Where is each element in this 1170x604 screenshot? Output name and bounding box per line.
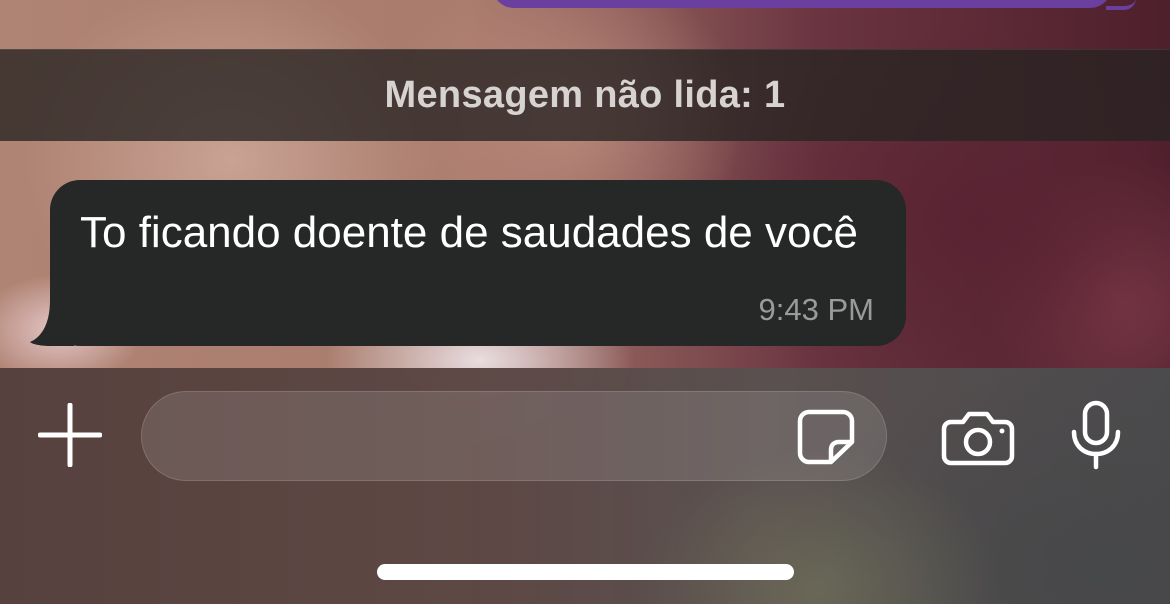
sticker-icon[interactable] (795, 408, 857, 466)
camera-icon[interactable] (941, 410, 1015, 466)
incoming-message-text: To ficando doente de saudades de você (80, 208, 858, 257)
unread-messages-banner: Mensagem não lida: 1 (0, 49, 1170, 141)
message-timestamp: 9:43 PM (758, 292, 874, 327)
message-input[interactable] (141, 391, 887, 481)
incoming-message-bubble[interactable]: To ficando doente de saudades de você 9:… (50, 180, 906, 346)
unread-messages-label: Mensagem não lida: 1 (384, 74, 786, 116)
outgoing-message-bubble[interactable] (492, 0, 1112, 8)
home-indicator[interactable] (377, 564, 794, 580)
plus-icon[interactable] (38, 403, 102, 467)
microphone-icon[interactable] (1068, 400, 1124, 470)
chat-screen: Mensagem não lida: 1 To ficando doente d… (0, 0, 1170, 604)
